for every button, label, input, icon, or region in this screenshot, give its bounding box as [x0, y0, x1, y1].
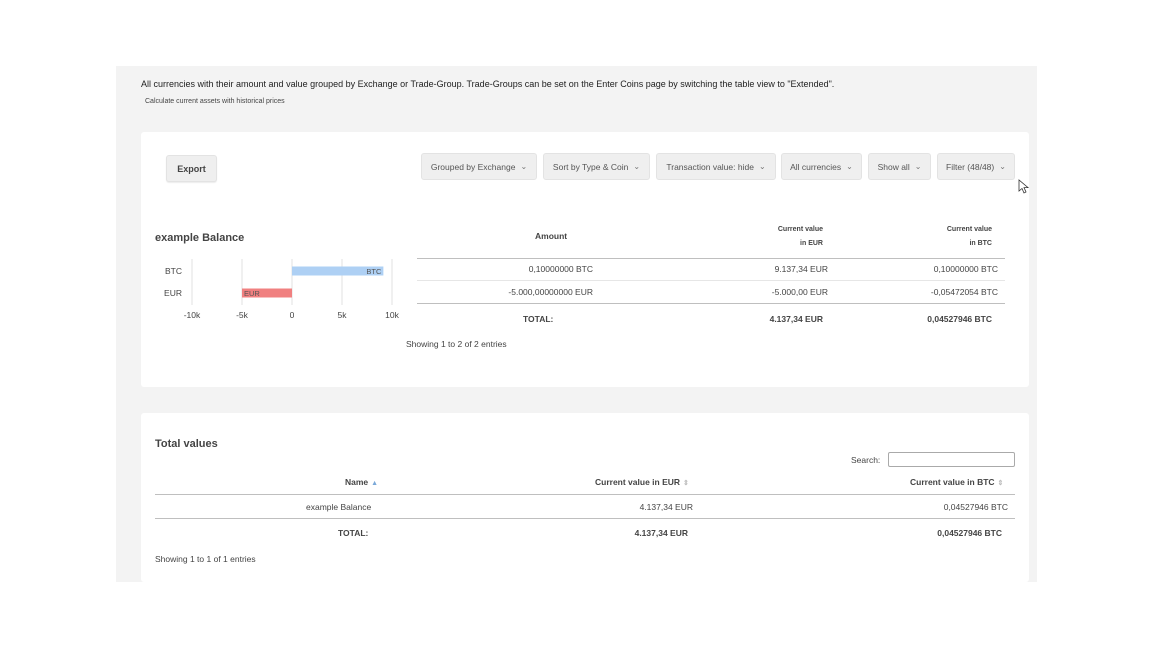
total-value-btc: 0,04527946 BTC: [927, 314, 992, 324]
value-btc-header[interactable]: Current value in BTC: [910, 223, 992, 251]
x-tick-label: 5k: [338, 310, 348, 320]
x-tick-label: 0: [290, 310, 295, 320]
header-label: Current value in EUR: [595, 477, 681, 487]
total-values-title: Total values: [155, 438, 218, 450]
row-value-btc: 0,04527946 BTC: [943, 502, 1008, 512]
chevron-down-icon: ⌄: [520, 162, 528, 171]
header-line: Current value: [946, 226, 992, 233]
row-value-eur: 9.137,34 EUR: [774, 264, 828, 274]
total-values-panel: [141, 413, 1029, 582]
header-line: Current value: [777, 226, 823, 233]
bar-data-label: EUR: [244, 289, 260, 298]
eur-header[interactable]: Current value in EUR ⇕: [595, 477, 689, 487]
category-label: BTC: [165, 266, 182, 276]
balance-showing-info: Showing 1 to 2 of 2 entries: [406, 339, 507, 349]
row-value-btc: -0,05472054 BTC: [930, 287, 998, 297]
row-amount: -5.000,00000000 EUR: [508, 287, 593, 297]
header-divider: [155, 494, 1015, 495]
header-line: in BTC: [969, 240, 992, 247]
chevron-down-icon: ⌄: [999, 162, 1006, 171]
group-by-dropdown[interactable]: Grouped by Exchange ⌄: [421, 153, 537, 180]
dropdown-label: Show all: [877, 161, 910, 172]
dropdown-label: Grouped by Exchange: [430, 161, 516, 172]
x-tick-label: -5k: [236, 310, 249, 320]
row-value-eur: 4.137,34 EUR: [639, 502, 693, 512]
mouse-cursor-icon: [1018, 179, 1030, 194]
header-label: Name: [345, 477, 369, 487]
row-value-eur: -5.000,00 EUR: [771, 287, 828, 297]
sort-dropdown[interactable]: Sort by Type & Coin ⌄: [543, 153, 650, 180]
header-line: in EUR: [800, 240, 823, 247]
btc-header[interactable]: Current value in BTC ⇕: [910, 477, 1003, 487]
search-input[interactable]: [888, 452, 1015, 467]
intro-text: All currencies with their amount and val…: [141, 79, 835, 89]
row-amount: 0,10000000 BTC: [528, 264, 593, 274]
dropdown-label: Transaction value: hide: [666, 161, 754, 172]
dropdown-label: Sort by Type & Coin: [552, 161, 629, 172]
chevron-down-icon: ⌄: [846, 162, 853, 171]
dropdown-label: All currencies: [790, 161, 842, 172]
chevron-down-icon: ⌄: [758, 162, 766, 171]
historical-prices-hint: Calculate current assets with historical…: [145, 98, 285, 105]
amount-header[interactable]: Amount: [535, 231, 567, 241]
value-eur-header[interactable]: Current value in EUR: [740, 223, 823, 251]
chevron-down-icon: ⌄: [914, 162, 922, 171]
chart-grid: [191, 259, 393, 305]
transaction-value-dropdown[interactable]: Transaction value: hide ⌄: [656, 153, 776, 180]
balance-title: example Balance: [155, 232, 245, 244]
row-divider: [417, 280, 1005, 281]
chevron-down-icon: ⌄: [633, 162, 641, 171]
x-tick-label: -10k: [184, 310, 201, 320]
header-label: Current value in BTC: [910, 477, 995, 487]
name-header[interactable]: Name ▲: [345, 477, 378, 487]
show-dropdown[interactable]: Show all ⌄: [868, 153, 931, 180]
row-value-btc: 0,10000000 BTC: [933, 264, 998, 274]
bar-data-label: BTC: [366, 267, 382, 276]
totals-showing-info: Showing 1 to 1 of 1 entries: [155, 554, 256, 564]
header-divider: [417, 258, 1005, 259]
category-label: EUR: [164, 288, 182, 298]
currencies-dropdown[interactable]: All currencies ⌄: [781, 153, 862, 180]
dropdown-label: Filter (48/48): [946, 161, 995, 172]
search-label: Search:: [851, 455, 881, 465]
filter-dropdown[interactable]: Filter (48/48) ⌄: [937, 153, 1015, 180]
total-value-btc: 0,04527946 BTC: [937, 528, 1002, 538]
total-divider: [417, 303, 1005, 304]
sort-both-icon: ⇕: [683, 480, 689, 487]
row-name: example Balance: [306, 502, 372, 512]
total-value-eur: 4.137,34 EUR: [634, 528, 688, 538]
total-label: TOTAL:: [338, 528, 369, 538]
sort-asc-icon: ▲: [371, 480, 379, 487]
balance-bar-chart: -10k -5k 0 5k 10k BTC BTC EUR EUR: [164, 259, 400, 320]
chart-bars: [242, 266, 384, 298]
total-label: TOTAL:: [523, 314, 554, 324]
sort-both-icon: ⇕: [997, 480, 1004, 487]
total-value-eur: 4.137,34 EUR: [769, 314, 823, 324]
x-tick-label: 10k: [385, 310, 399, 320]
total-divider: [155, 518, 1015, 519]
export-button[interactable]: Export: [166, 155, 217, 182]
